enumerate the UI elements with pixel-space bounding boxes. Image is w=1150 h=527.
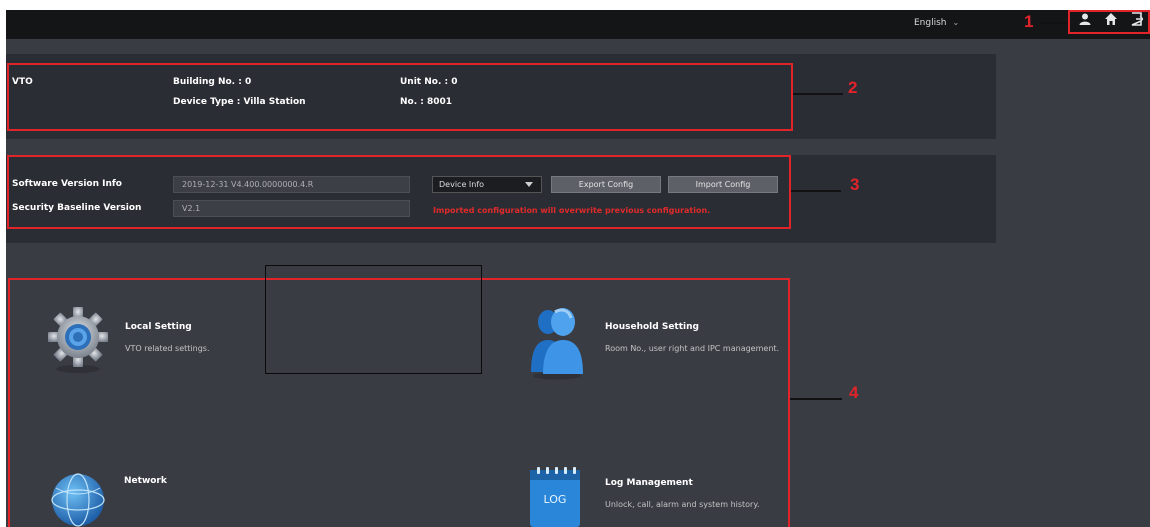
chevron-down-icon: ⌄ bbox=[952, 18, 960, 27]
software-version-field: 2019-12-31 V4.400.0000000.4.R bbox=[173, 176, 410, 193]
device-type: Device Type : Villa Station bbox=[173, 97, 306, 107]
log-icon: LOG bbox=[530, 467, 580, 527]
export-config-button[interactable]: Export Config bbox=[551, 176, 661, 193]
module-title: Network bbox=[124, 476, 167, 486]
import-warning-text: Imported configuration will overwrite pr… bbox=[433, 206, 711, 215]
security-baseline-label: Security Baseline Version bbox=[12, 203, 142, 213]
callout-3: 3 bbox=[850, 175, 860, 194]
unit-number: Unit No. : 0 bbox=[400, 77, 458, 87]
module-description: Room No., user right and IPC management. bbox=[605, 344, 780, 353]
security-baseline-field: V2.1 bbox=[173, 200, 410, 217]
globe-icon bbox=[51, 473, 105, 527]
gear-icon bbox=[48, 307, 108, 373]
config-type-select[interactable]: Device Info bbox=[432, 176, 542, 193]
callout-2-line bbox=[793, 93, 843, 95]
callout-2: 2 bbox=[848, 78, 858, 97]
module-title: Local Setting bbox=[125, 322, 192, 332]
module-description: VTO related settings. bbox=[125, 344, 210, 353]
home-icon[interactable] bbox=[1104, 12, 1118, 26]
top-bar: English ⌄ bbox=[6, 10, 1150, 39]
user-icon[interactable] bbox=[1078, 12, 1092, 26]
callout-4: 4 bbox=[849, 383, 859, 402]
dropdown-arrow-icon bbox=[525, 182, 533, 187]
module-description: Unlock, call, alarm and system history. bbox=[605, 500, 760, 509]
callout-4-line bbox=[790, 398, 842, 400]
language-selector[interactable]: English ⌄ bbox=[914, 18, 959, 28]
callout-1-line bbox=[1040, 22, 1068, 24]
callout-1: 1 bbox=[1024, 12, 1034, 31]
building-number: Building No. : 0 bbox=[173, 77, 252, 87]
module-title: Household Setting bbox=[605, 322, 699, 332]
module-title: Log Management bbox=[605, 478, 693, 488]
device-name: VTO bbox=[12, 77, 33, 87]
annotation-rectangle bbox=[265, 265, 482, 374]
device-number: No. : 8001 bbox=[400, 97, 453, 107]
language-label: English bbox=[914, 18, 947, 28]
log-icon-text: LOG bbox=[544, 493, 567, 506]
config-type-value: Device Info bbox=[439, 180, 485, 189]
logout-icon[interactable] bbox=[1131, 12, 1143, 26]
callout-3-line bbox=[791, 190, 841, 192]
software-version-label: Software Version Info bbox=[12, 179, 122, 189]
user-silhouette-icon bbox=[531, 308, 583, 380]
import-config-button[interactable]: Import Config bbox=[668, 176, 778, 193]
